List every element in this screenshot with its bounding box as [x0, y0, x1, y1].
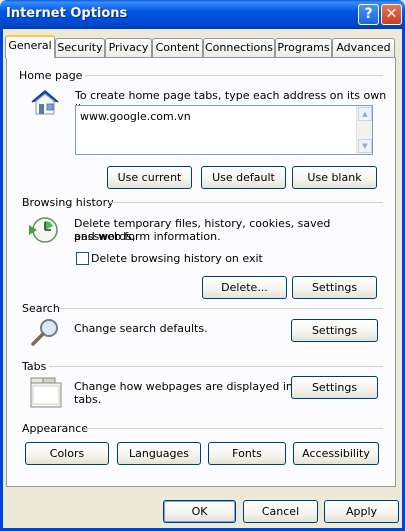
use-current-button[interactable]: Use current: [107, 166, 192, 189]
tab-security[interactable]: Security: [55, 38, 105, 57]
accessibility-button[interactable]: Accessibility: [293, 442, 379, 465]
delete-button[interactable]: Delete...: [202, 276, 287, 299]
tab-strip: General Security Privacy Content Connect…: [5, 35, 397, 58]
delete-history-on-exit-label[interactable]: Delete browsing history on exit: [91, 252, 263, 265]
appearance-group-label: Appearance: [22, 422, 89, 435]
title-bar[interactable]: Internet Options ? ✕: [0, 0, 405, 29]
general-tab-panel: Home page To create home page tabs, type…: [6, 57, 396, 487]
tabs-window-icon: [30, 377, 62, 408]
appearance-divider: [85, 428, 383, 429]
browsing-history-group-label: Browsing history: [22, 196, 114, 209]
close-icon: ✕: [385, 6, 398, 22]
tab-programs[interactable]: Programs: [275, 38, 332, 57]
languages-button[interactable]: Languages: [117, 442, 201, 465]
delete-history-on-exit-checkbox[interactable]: [76, 252, 89, 265]
window-title: Internet Options: [6, 6, 128, 21]
tabs-settings-button[interactable]: Settings: [291, 376, 378, 399]
search-settings-button[interactable]: Settings: [291, 319, 378, 342]
browsing-history-settings-button[interactable]: Settings: [292, 276, 377, 299]
close-button[interactable]: ✕: [381, 4, 402, 25]
home-page-scrollbar[interactable]: ▲ ▼: [356, 106, 372, 154]
tabs-description-1: Change how webpages are displayed in: [74, 380, 293, 393]
magnifier-icon: [31, 319, 58, 346]
house-icon: [31, 90, 59, 115]
help-icon: ?: [364, 6, 373, 22]
search-divider: [59, 308, 383, 309]
tab-privacy[interactable]: Privacy: [105, 38, 152, 57]
scroll-down-icon[interactable]: ▼: [358, 139, 372, 153]
tab-content[interactable]: Content: [152, 38, 203, 57]
colors-button[interactable]: Colors: [25, 442, 109, 465]
tab-general[interactable]: General: [5, 35, 55, 58]
tab-advanced[interactable]: Advanced: [332, 38, 395, 57]
window-frame-left: [0, 29, 3, 531]
browsing-history-divider: [109, 202, 383, 203]
home-page-group-label: Home page: [19, 69, 83, 82]
scroll-up-icon[interactable]: ▲: [358, 107, 372, 121]
use-default-button[interactable]: Use default: [201, 166, 286, 189]
ok-button[interactable]: OK: [163, 500, 236, 523]
history-clock-icon: [29, 217, 58, 243]
tabs-divider: [49, 366, 383, 367]
cancel-button[interactable]: Cancel: [243, 500, 318, 523]
browsing-history-description-2: and web form information.: [74, 230, 221, 243]
search-description: Change search defaults.: [74, 322, 208, 335]
search-group-label: Search: [22, 302, 60, 315]
tabs-group-label: Tabs: [22, 360, 47, 373]
apply-button[interactable]: Apply: [324, 500, 399, 523]
tabs-description-2: tabs.: [74, 393, 102, 406]
help-button[interactable]: ?: [358, 4, 379, 25]
tab-connections[interactable]: Connections: [203, 38, 275, 57]
home-page-url-value: www.google.com.vn: [80, 110, 191, 123]
use-blank-button[interactable]: Use blank: [292, 166, 377, 189]
home-page-url-field[interactable]: www.google.com.vn ▲ ▼: [75, 105, 373, 155]
fonts-button[interactable]: Fonts: [208, 442, 286, 465]
home-page-divider: [85, 75, 383, 76]
